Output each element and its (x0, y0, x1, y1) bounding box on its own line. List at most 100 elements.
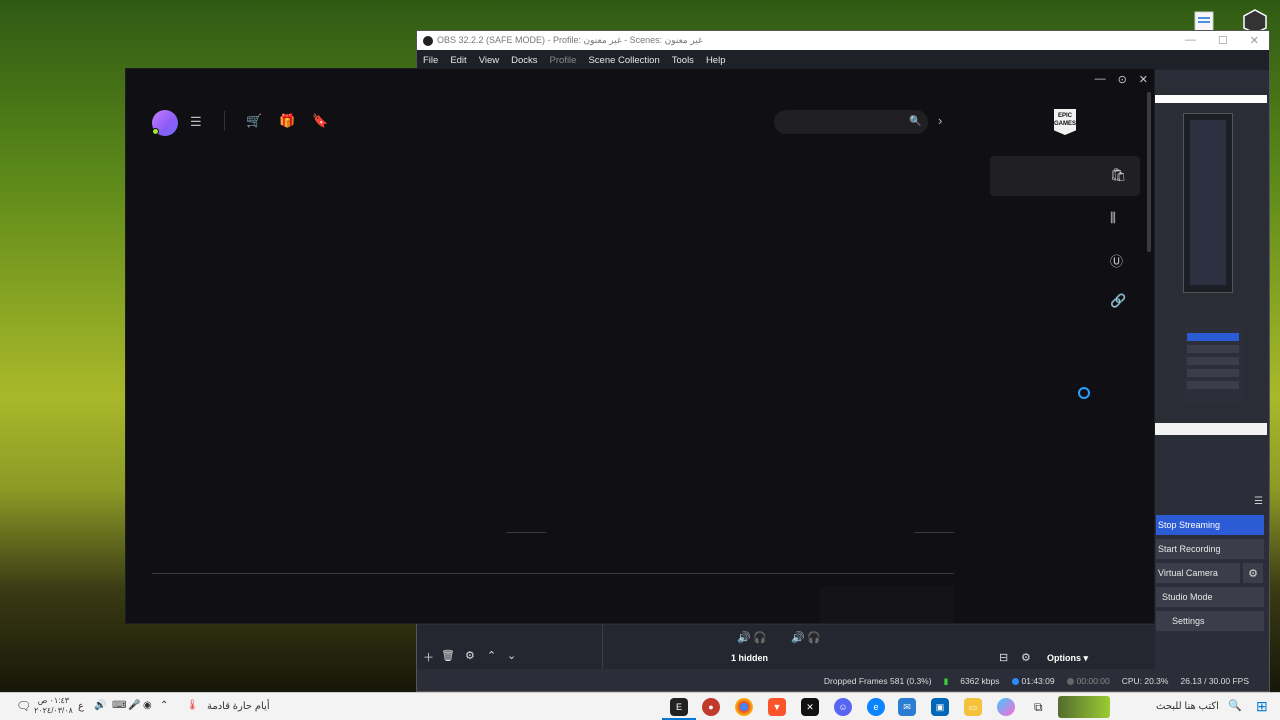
stream-time: 01:43:09 (1021, 676, 1055, 686)
preview-nested-window (1183, 113, 1233, 293)
footer-placeholder-box (820, 587, 954, 623)
clock-time: ٠١:٤٣ ص (37, 696, 70, 705)
unreal-icon[interactable]: Ⓤ (1110, 251, 1123, 270)
menu-edit[interactable]: Edit (450, 55, 466, 66)
cart-icon[interactable]: 🛒 (246, 113, 262, 129)
taskbar-search-icon[interactable]: 🔍 (1228, 699, 1242, 712)
online-status-icon (152, 128, 159, 135)
weather-text[interactable]: أيام حارة قادمة (207, 701, 270, 712)
dock-menu-icon[interactable]: ☰ (1254, 496, 1263, 507)
chevron-right-icon[interactable]: › (938, 113, 942, 128)
copilot-icon[interactable] (997, 698, 1015, 716)
notification-icon[interactable]: 🗨 (16, 699, 31, 713)
wishlist-icon[interactable]: 🔖 (312, 113, 328, 129)
settings-menu-icon[interactable]: ☰ (190, 114, 202, 130)
placeholder-line-2 (914, 532, 954, 533)
obs-tray-icon[interactable]: ◉ (143, 700, 152, 711)
weather-icon[interactable]: 🌡 (186, 700, 199, 711)
link-icon[interactable]: 🔗 (1110, 293, 1126, 309)
add-icon[interactable]: ＋ (423, 649, 434, 665)
move-down-icon[interactable]: ⌄ (507, 649, 516, 662)
scrollbar[interactable] (1147, 92, 1151, 252)
studio-mode-button[interactable]: Studio Mode (1156, 587, 1264, 607)
gear-icon[interactable]: ⚙ (465, 649, 475, 662)
minimize-icon[interactable]: — (1185, 34, 1196, 47)
record-indicator-icon (1066, 678, 1074, 686)
epic-launcher-window: — ⊙ ✕ ☰ 🛒 🎁 🔖 🔍 › EPIC GAMES 🛍 ⫼ Ⓤ 🔗 (125, 68, 1155, 624)
menu-docks[interactable]: Docks (511, 55, 537, 66)
scenes-panel: ＋ 🗑 ⚙ ⌃ ⌄ (417, 625, 603, 669)
audio-volume-icon-2[interactable]: 🔊 (791, 631, 805, 644)
move-up-icon[interactable]: ⌃ (487, 649, 496, 662)
virtual-camera-settings-icon[interactable]: ⚙ (1243, 563, 1263, 583)
volume-icon[interactable]: 🔊 (94, 700, 106, 711)
obs-bottom-docks: ＋ 🗑 ⚙ ⌃ ⌄ 🔊 🎧 🔊 🎧 1 hidden ⊟ ⚙ Options ▾ (417, 625, 1155, 669)
dropped-frames: Dropped Frames 581 (0.3%) (823, 676, 932, 686)
keyboard-language[interactable]: ع (78, 701, 84, 712)
chrome-icon[interactable] (735, 698, 753, 716)
fps-readout: 26.13 / 30.00 FPS (1180, 676, 1249, 686)
close-icon[interactable]: ✕ (1250, 34, 1259, 47)
app-icon-2[interactable]: ● (702, 698, 720, 716)
menu-tools[interactable]: Tools (672, 55, 694, 66)
start-icon[interactable]: ⊞ (1256, 698, 1268, 715)
mail-icon[interactable]: ✉ (898, 698, 916, 716)
maximize-icon[interactable]: ☐ (1218, 34, 1228, 47)
audio-headphones-icon[interactable]: 🎧 (753, 631, 767, 644)
bitrate: 6362 kbps (960, 676, 1000, 686)
loading-spinner-icon (1078, 387, 1090, 399)
stream-time-wrap: 01:43:09 (1011, 676, 1055, 686)
obs-statusbar: Dropped Frames 581 (0.3%) ▮ 6362 kbps 01… (417, 671, 1269, 691)
obs-controls-dock: ☰ Stop Streaming Start Recording Virtual… (1155, 494, 1269, 634)
menu-scene-collection[interactable]: Scene Collection (588, 55, 659, 66)
obs-preview[interactable] (1155, 79, 1267, 441)
discord-icon[interactable]: ☺ (834, 698, 852, 716)
epic-window-controls: — ⊙ ✕ (1095, 73, 1148, 86)
file-explorer-icon[interactable]: ▭ (964, 698, 982, 716)
options-dropdown[interactable]: Options ▾ (1047, 653, 1088, 664)
search-icon[interactable]: 🔍 (909, 116, 921, 127)
preview-strip (1155, 95, 1267, 103)
gift-icon[interactable]: 🎁 (279, 113, 295, 129)
audio-volume-icon[interactable]: 🔊 (737, 631, 751, 644)
menu-help[interactable]: Help (706, 55, 726, 66)
record-time-wrap: 00:00:00 (1066, 676, 1110, 686)
signal-icon: ▮ (943, 675, 949, 686)
taskbar-search-text[interactable]: اكتب هنا للبحث (1156, 701, 1219, 712)
network-icon[interactable]: ⌨ (112, 700, 126, 711)
hidden-sources-count: 1 hidden (731, 653, 769, 663)
epic-games-taskbar-icon[interactable]: E (670, 698, 688, 716)
menu-profile[interactable]: Profile (550, 55, 577, 66)
capcut-icon[interactable]: ✕ (801, 698, 819, 716)
sidebar-item-store[interactable]: 🛍 (990, 156, 1140, 196)
virtual-camera-button[interactable]: Virtual Camera (1156, 563, 1240, 583)
settings-button[interactable]: Settings (1156, 611, 1264, 631)
edge-icon[interactable]: e (867, 698, 885, 716)
epic-close-icon[interactable]: ✕ (1139, 73, 1148, 86)
search-box-image (1058, 696, 1110, 718)
brave-icon[interactable]: ▼ (768, 698, 786, 716)
placeholder-line-1 (506, 532, 546, 533)
chevron-up-icon[interactable]: ⌃ (160, 700, 168, 711)
preview-nested-controls (1185, 327, 1243, 402)
layout-icon[interactable]: ⊟ (999, 651, 1008, 664)
microphone-icon[interactable]: 🎤 (128, 700, 140, 711)
preview-nested-taskbar (1155, 423, 1267, 435)
epic-restore-icon[interactable]: ⊙ (1118, 73, 1127, 86)
search-input[interactable] (774, 110, 928, 134)
trash-icon[interactable]: 🗑 (441, 649, 455, 662)
library-icon[interactable]: ⫼ (1110, 210, 1116, 226)
epic-minimize-icon[interactable]: — (1095, 73, 1106, 86)
audio-headphones-icon-2[interactable]: 🎧 (807, 631, 821, 644)
start-recording-button[interactable]: Start Recording (1156, 539, 1264, 559)
audio-mixer-panel: 🔊 🎧 🔊 🎧 1 hidden ⊟ ⚙ Options ▾ (607, 625, 1107, 669)
mixer-settings-icon[interactable]: ⚙ (1021, 651, 1031, 664)
options-label: Options (1047, 653, 1081, 663)
menu-file[interactable]: File (423, 55, 438, 66)
epic-games-logo[interactable]: EPIC GAMES (1054, 109, 1076, 135)
stop-streaming-button[interactable]: Stop Streaming (1156, 515, 1264, 535)
store-taskbar-icon[interactable]: ▣ (931, 698, 949, 716)
task-view-icon[interactable]: ⧉ (1034, 700, 1043, 715)
clock[interactable]: ٠١:٤٣ ص ٢٠٢٤/٠٣/٠٨ (34, 696, 73, 716)
menu-view[interactable]: View (479, 55, 499, 66)
